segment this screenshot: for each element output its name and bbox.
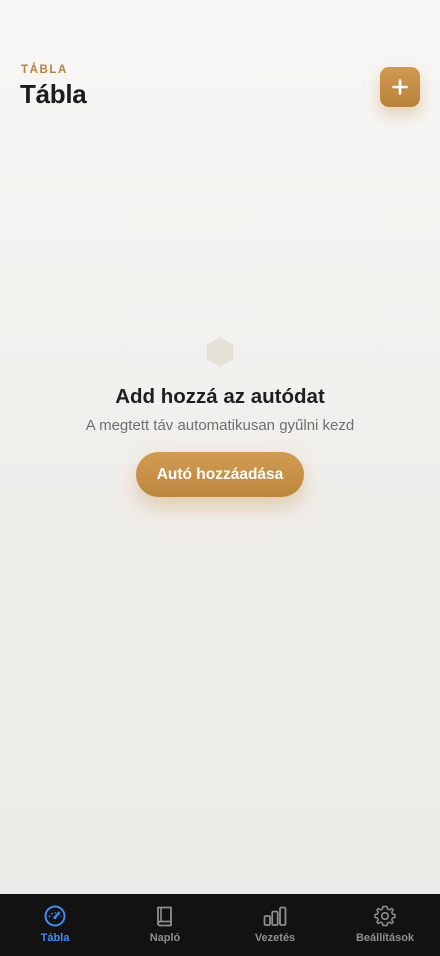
tab-naplo[interactable]: Napló [110, 894, 220, 956]
empty-state-subtitle: A megtett táv automatikusan gyűlni kezd [85, 417, 355, 434]
tab-label: Tábla [40, 932, 70, 944]
speedometer-icon [44, 905, 66, 927]
add-button[interactable] [380, 67, 420, 107]
page-title: Tábla [20, 79, 87, 109]
tab-bar: Tábla Napló Vezetés Beállítások [0, 894, 440, 956]
add-car-button[interactable]: Autó hozzáadása [136, 452, 304, 497]
book-icon [157, 906, 172, 927]
tab-vezetes[interactable]: Vezetés [220, 894, 330, 956]
gear-icon [374, 905, 396, 927]
empty-state-title: Add hozzá az autódat [115, 385, 325, 408]
tab-label: Beállítások [355, 932, 415, 944]
section-eyebrow: TÁBLA [21, 64, 68, 76]
tab-tabla[interactable]: Tábla [0, 894, 110, 956]
tab-label: Vezetés [254, 932, 296, 944]
hexagon-icon [207, 337, 233, 367]
bar-chart-icon [263, 906, 287, 926]
tab-beallitasok[interactable]: Beállítások [330, 894, 440, 956]
tab-label: Napló [149, 932, 181, 944]
plus-icon [392, 79, 408, 95]
header: TÁBLA Tábla [0, 0, 440, 140]
